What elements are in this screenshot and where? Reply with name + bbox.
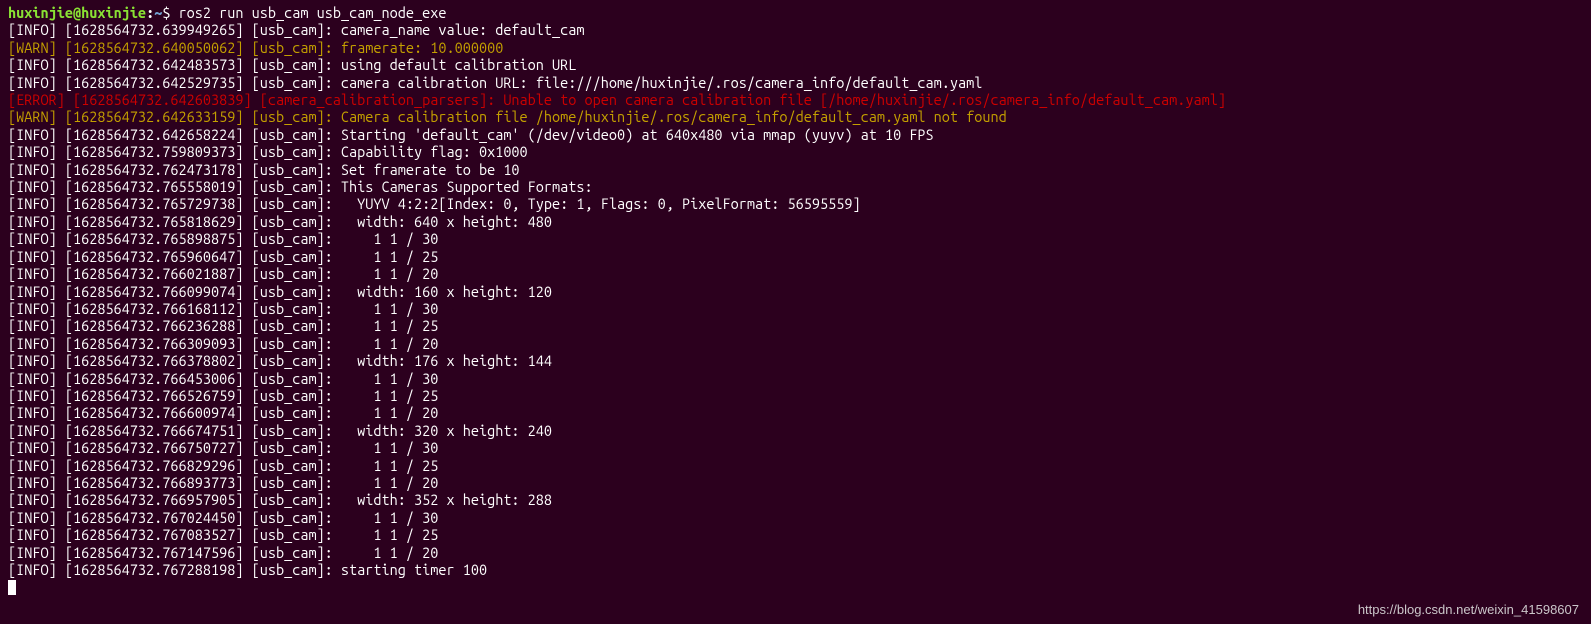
log-line: [WARN] [1628564732.642633159] [usb_cam]:… bbox=[8, 108, 1007, 125]
log-line: [INFO] [1628564732.765818629] [usb_cam]:… bbox=[8, 213, 552, 230]
terminal[interactable]: huxinjie@huxinjie:~$ ros2 run usb_cam us… bbox=[0, 0, 1591, 600]
watermark: https://blog.csdn.net/weixin_41598607 bbox=[1358, 601, 1579, 618]
log-line: [INFO] [1628564732.766750727] [usb_cam]:… bbox=[8, 439, 438, 456]
log-line: [INFO] [1628564732.765960647] [usb_cam]:… bbox=[8, 248, 438, 265]
log-line: [INFO] [1628564732.766957905] [usb_cam]:… bbox=[8, 491, 552, 508]
log-line: [INFO] [1628564732.767147596] [usb_cam]:… bbox=[8, 544, 438, 561]
command-text: ros2 run usb_cam usb_cam_node_exe bbox=[179, 4, 447, 21]
log-line: [WARN] [1628564732.640050062] [usb_cam]:… bbox=[8, 39, 503, 56]
log-line: [ERROR] [1628564732.642603839] [camera_c… bbox=[8, 91, 1226, 108]
prompt-dollar: $ bbox=[162, 4, 170, 21]
prompt-at: @ bbox=[73, 4, 81, 21]
log-line: [INFO] [1628564732.766829296] [usb_cam]:… bbox=[8, 457, 438, 474]
log-line: [INFO] [1628564732.759809373] [usb_cam]:… bbox=[8, 143, 528, 160]
log-line: [INFO] [1628564732.766309093] [usb_cam]:… bbox=[8, 335, 438, 352]
log-line: [INFO] [1628564732.642529735] [usb_cam]:… bbox=[8, 74, 982, 91]
prompt-user: huxinjie bbox=[8, 4, 73, 21]
prompt-host: huxinjie bbox=[81, 4, 146, 21]
log-line: [INFO] [1628564732.766674751] [usb_cam]:… bbox=[8, 422, 552, 439]
log-line: [INFO] [1628564732.765898875] [usb_cam]:… bbox=[8, 230, 438, 247]
log-line: [INFO] [1628564732.642658224] [usb_cam]:… bbox=[8, 126, 934, 143]
log-line: [INFO] [1628564732.765729738] [usb_cam]:… bbox=[8, 195, 861, 212]
log-line: [INFO] [1628564732.766453006] [usb_cam]:… bbox=[8, 370, 438, 387]
log-line: [INFO] [1628564732.766021887] [usb_cam]:… bbox=[8, 265, 438, 282]
log-line: [INFO] [1628564732.767024450] [usb_cam]:… bbox=[8, 509, 438, 526]
log-line: [INFO] [1628564732.766526759] [usb_cam]:… bbox=[8, 387, 438, 404]
prompt: huxinjie@huxinjie:~$ bbox=[8, 4, 170, 21]
log-line: [INFO] [1628564732.642483573] [usb_cam]:… bbox=[8, 56, 576, 73]
log-line: [INFO] [1628564732.766893773] [usb_cam]:… bbox=[8, 474, 438, 491]
log-line: [INFO] [1628564732.766168112] [usb_cam]:… bbox=[8, 300, 438, 317]
prompt-colon: : bbox=[146, 4, 154, 21]
log-line: [INFO] [1628564732.765558019] [usb_cam]:… bbox=[8, 178, 593, 195]
log-line: [INFO] [1628564732.766236288] [usb_cam]:… bbox=[8, 317, 438, 334]
log-line: [INFO] [1628564732.767288198] [usb_cam]:… bbox=[8, 561, 487, 578]
log-line: [INFO] [1628564732.766099074] [usb_cam]:… bbox=[8, 283, 552, 300]
cursor bbox=[8, 580, 16, 595]
log-line: [INFO] [1628564732.639949265] [usb_cam]:… bbox=[8, 21, 585, 38]
log-line: [INFO] [1628564732.762473178] [usb_cam]:… bbox=[8, 161, 520, 178]
log-line: [INFO] [1628564732.766600974] [usb_cam]:… bbox=[8, 404, 438, 421]
log-line: [INFO] [1628564732.766378802] [usb_cam]:… bbox=[8, 352, 552, 369]
log-line: [INFO] [1628564732.767083527] [usb_cam]:… bbox=[8, 526, 438, 543]
